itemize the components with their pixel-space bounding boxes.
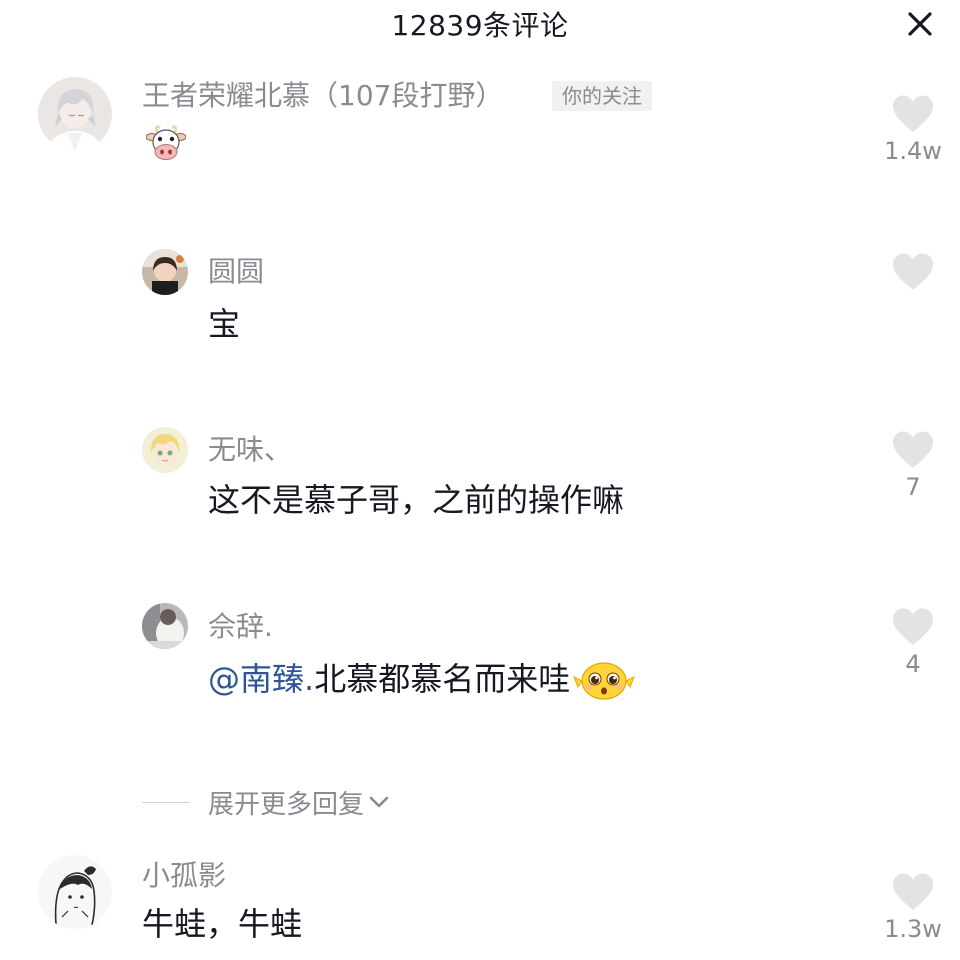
avatar[interactable] [142, 603, 188, 649]
like-count: 7 [905, 473, 921, 501]
comment-username[interactable]: 小孤影 [142, 856, 226, 896]
like-button[interactable]: 1.3w [878, 872, 948, 944]
heart-icon [893, 431, 933, 468]
reply-text-body: 北慕都慕名而来哇 [314, 660, 571, 698]
like-count: 1.3w [884, 915, 942, 943]
comment-item: 王者荣耀北慕（107段打野） 你的关注 1.4w [0, 0, 960, 200]
heart-icon [893, 608, 933, 645]
avatar[interactable] [38, 77, 112, 151]
like-count: 4 [905, 650, 921, 678]
like-button[interactable]: 1.4w [878, 94, 948, 166]
comment-text: 牛蛙，牛蛙 [142, 905, 303, 943]
avatar[interactable] [142, 249, 188, 295]
following-badge: 你的关注 [552, 81, 652, 111]
like-button[interactable]: 7 [878, 430, 948, 502]
expand-more-replies-label: 展开更多回复 [208, 789, 365, 820]
reply-text: @南臻. 北慕都慕名而来哇 [208, 655, 636, 703]
expand-more-replies-button[interactable]: 展开更多回复 [142, 782, 392, 822]
pleading-face-emoji [573, 662, 636, 700]
heart-icon [893, 95, 933, 132]
mention-link[interactable]: @南臻. [208, 657, 314, 701]
avatar[interactable] [38, 855, 112, 929]
like-button[interactable] [878, 252, 948, 294]
reply-username[interactable]: 圆圆 [208, 252, 264, 292]
heart-icon [893, 873, 933, 910]
reply-username[interactable]: 无味、 [208, 430, 292, 470]
reply-text: 这不是慕子哥，之前的操作嘛 [208, 481, 625, 519]
chevron-down-icon [369, 796, 389, 808]
reply-text: 宝 [208, 305, 241, 343]
like-count: 1.4w [884, 137, 942, 165]
heart-icon [893, 253, 933, 290]
like-button[interactable]: 4 [878, 607, 948, 679]
comment-username[interactable]: 王者荣耀北慕（107段打野） [142, 76, 503, 116]
reply-username[interactable]: 佘辞. [208, 607, 273, 647]
divider-line [142, 801, 190, 803]
avatar[interactable] [142, 427, 188, 473]
cow-face-emoji [145, 124, 187, 164]
